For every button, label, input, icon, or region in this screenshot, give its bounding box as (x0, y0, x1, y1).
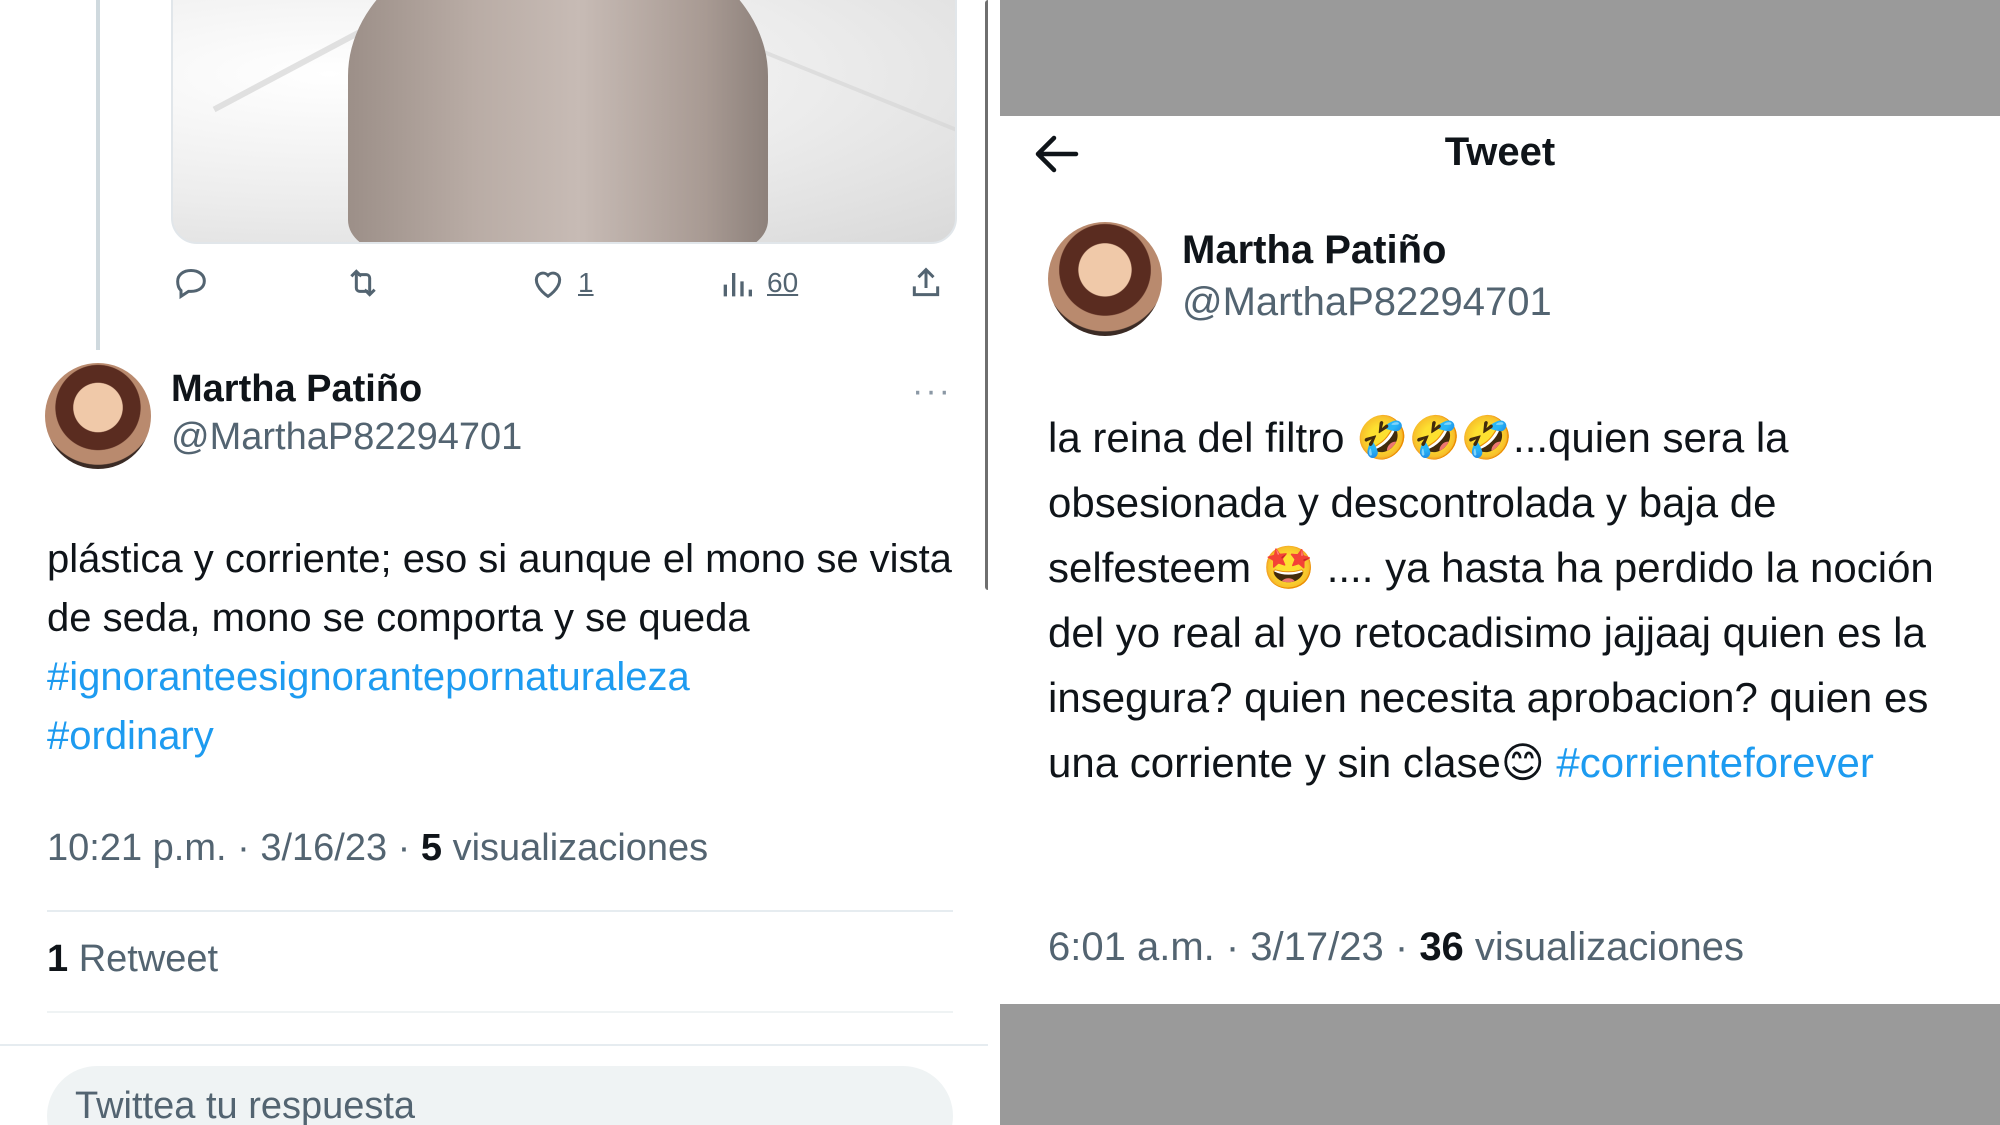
retweet-button[interactable] (343, 255, 393, 311)
reply-button[interactable] (171, 255, 221, 311)
retweet-icon (350, 269, 376, 297)
like-count: 1 (578, 267, 594, 298)
reply-input[interactable]: Twittea tu respuesta (47, 1066, 953, 1125)
tweet-meta: 6:01 a.m. · 3/17/23 · 36 visualizaciones (1048, 925, 1744, 970)
fabric-object (348, 0, 768, 242)
hashtag-link[interactable]: #corrienteforever (1556, 739, 1873, 786)
frame-top (1000, 0, 2000, 116)
share-icon (912, 267, 940, 297)
views-count: 60 (767, 267, 799, 298)
page-title: Tweet (1444, 130, 1556, 174)
views-label: visualizaciones (1463, 925, 1744, 969)
avatar[interactable] (45, 363, 151, 469)
divider (47, 1011, 953, 1013)
retweets-label: Retweet (68, 938, 219, 980)
tweet-text: la reina del filtro 🤣🤣🤣...quien sera la … (1048, 405, 1988, 795)
author-name[interactable]: Martha Patiño (171, 368, 422, 411)
divider (0, 1044, 988, 1046)
split-gap (988, 0, 1000, 1125)
hashtag-link[interactable]: #ignoranteesignorantepornaturaleza (47, 648, 967, 707)
thread-line (96, 0, 100, 350)
tweet-actions-bar: 1 60 (171, 255, 953, 311)
tweet-body: plástica y corriente; eso si aunque el m… (47, 537, 952, 640)
share-button[interactable] (906, 255, 946, 311)
more-icon[interactable]: ··· (912, 372, 952, 411)
tweet-text: plástica y corriente; eso si aunque el m… (47, 530, 967, 766)
tweet-timestamp[interactable]: 10:21 p.m. · 3/16/23 · (47, 827, 421, 869)
tweet-media-image[interactable] (171, 0, 957, 244)
divider (47, 910, 953, 912)
like-button[interactable]: 1 (528, 255, 594, 311)
like-icon (534, 271, 562, 299)
views-number: 36 (1419, 925, 1464, 969)
views-icon (723, 273, 752, 297)
views-label: visualizaciones (442, 827, 709, 869)
tweet-timestamp[interactable]: 6:01 a.m. · 3/17/23 · (1048, 925, 1419, 969)
views-button[interactable]: 60 (717, 255, 798, 311)
retweets-number: 1 (47, 938, 69, 980)
tweet-meta: 10:21 p.m. · 3/16/23 · 5 visualizaciones (47, 827, 708, 870)
tweet-body: la reina del filtro 🤣🤣🤣...quien sera la … (1048, 414, 1934, 786)
reply-icon (176, 268, 206, 300)
left-screenshot: 1 60 Martha Patiño @MarthaP82294701 ··· … (0, 0, 988, 1125)
retweets-stat[interactable]: 1 Retweet (47, 938, 218, 981)
hashtag-link[interactable]: #ordinary (47, 707, 967, 766)
author-handle[interactable]: @MarthaP82294701 (171, 416, 522, 459)
author-handle[interactable]: @MarthaP82294701 (1182, 280, 1552, 325)
right-screenshot: Tweet Martha Patiño @MarthaP82294701 la … (1000, 0, 2000, 1125)
author-name[interactable]: Martha Patiño (1182, 228, 1446, 273)
frame-bottom (1000, 1004, 2000, 1125)
avatar[interactable] (1048, 222, 1162, 336)
views-number: 5 (420, 827, 443, 869)
